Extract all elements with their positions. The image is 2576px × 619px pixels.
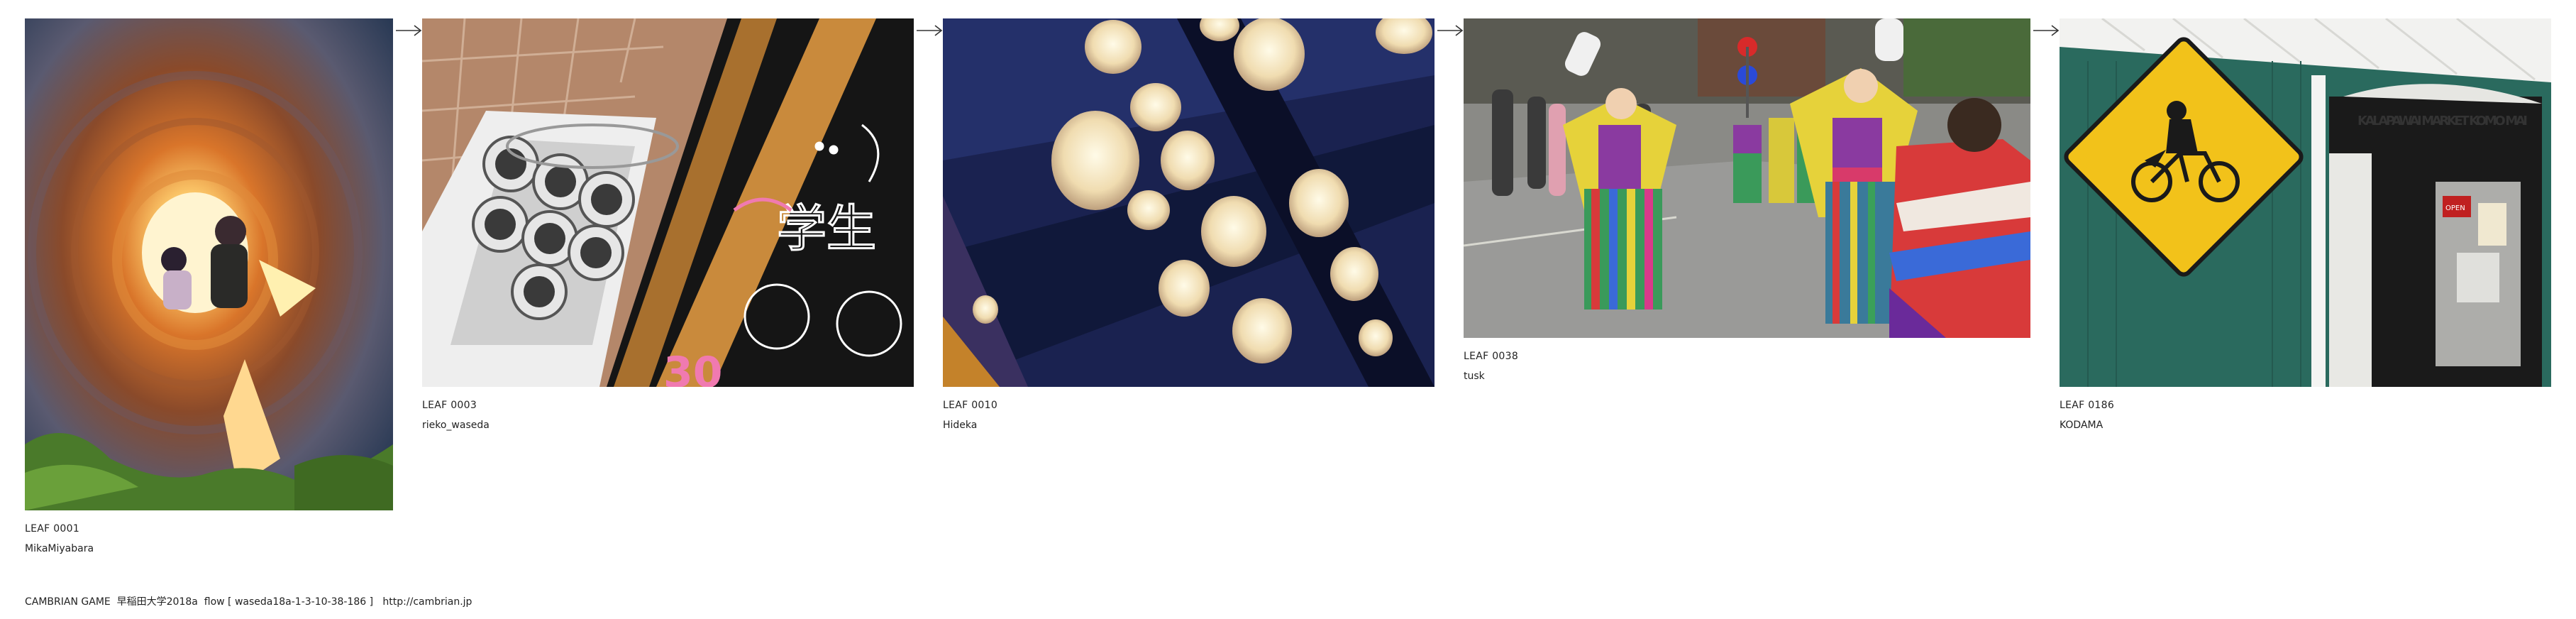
leaf-id: LEAF 0001: [25, 523, 80, 535]
leaf-id: LEAF 0186: [2060, 400, 2115, 411]
chalk-number: 30: [663, 348, 723, 387]
tin-cans-chalkboard-image: 学生 30: [422, 18, 914, 387]
leaf-author: tusk: [1464, 371, 1485, 382]
leaf-author: KODAMA: [2060, 420, 2104, 431]
leaf-id: LEAF 0010: [943, 400, 998, 411]
leaf-photo[interactable]: KALAPAWAI MARKET KOMO MAI OPEN: [2060, 18, 2551, 387]
leaf-photo[interactable]: [943, 18, 1435, 387]
tunnel-children-image: [25, 18, 393, 510]
leaf-photo[interactable]: 学生 30: [422, 18, 914, 387]
street-dance-festival-image: [1464, 18, 2030, 338]
bicycle-sign-market-image: KALAPAWAI MARKET KOMO MAI OPEN: [2060, 18, 2551, 387]
leaf-id: LEAF 0038: [1464, 351, 1519, 362]
leaf-photo[interactable]: [1464, 18, 2030, 338]
leaf-card: LEAF 0038 tusk: [1464, 18, 2030, 383]
leaf-author: Hideka: [943, 420, 978, 431]
leaf-card: LEAF 0001 MikaMiyabara: [25, 18, 393, 555]
market-sign-text: KALAPAWAI MARKET KOMO MAI: [2357, 114, 2528, 128]
leaf-id: LEAF 0003: [422, 400, 477, 411]
paper-lanterns-image: [943, 18, 1435, 387]
leaf-card: LEAF 0010 Hideka: [943, 18, 1435, 432]
arrow-right-icon: [396, 25, 422, 36]
footer-credit: CAMBRIAN GAME 早稲田大学2018a flow [ waseda18…: [25, 596, 472, 608]
arrow-right-icon: [917, 25, 943, 36]
arrow-right-icon: [2033, 25, 2060, 36]
open-sign-text: OPEN: [2445, 204, 2465, 212]
leaf-card: KALAPAWAI MARKET KOMO MAI OPEN LEAF 0186…: [2060, 18, 2551, 432]
leaf-card: 学生 30 LEAF 0003 rieko_waseda: [422, 18, 914, 432]
leaf-photo[interactable]: [25, 18, 393, 510]
leaf-author: MikaMiyabara: [25, 543, 94, 554]
chalk-kanji: 学生: [777, 199, 876, 258]
arrow-right-icon: [1437, 25, 1464, 36]
leaf-author: rieko_waseda: [422, 420, 490, 431]
